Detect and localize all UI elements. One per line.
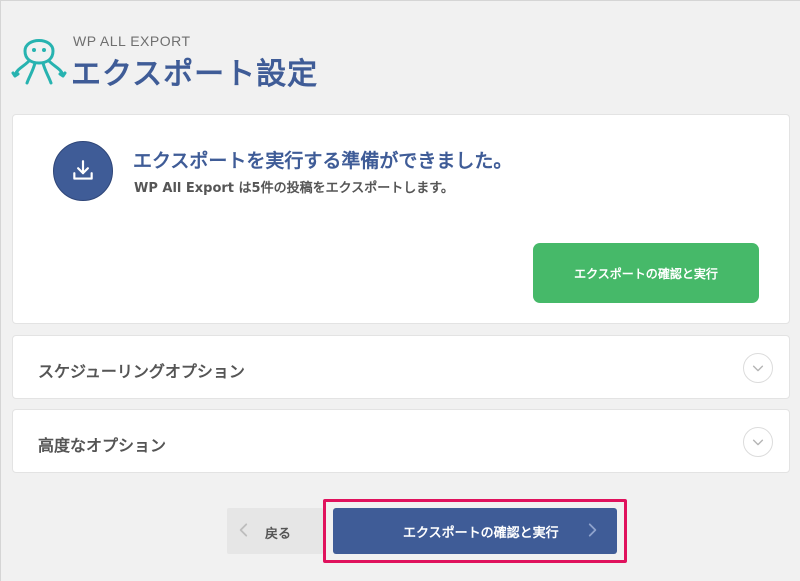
back-button[interactable]: 戻る (227, 508, 323, 554)
confirm-run-export-button[interactable]: エクスポートの確認と実行 (533, 243, 759, 303)
ready-subtitle: WP All Export は5件の投稿をエクスポートします。 (134, 181, 454, 196)
export-settings-page: WP ALL EXPORT エクスポート設定 エクスポートを実行する準備ができま… (0, 0, 800, 581)
brand-name: WP ALL EXPORT (73, 33, 191, 49)
run-button-label: エクスポートの確認と実行 (403, 526, 559, 541)
accordion-label: スケジューリングオプション (38, 362, 245, 381)
chevron-down-icon[interactable] (743, 427, 773, 457)
confirm-run-export-bottom-button[interactable]: エクスポートの確認と実行 (333, 508, 617, 554)
chevron-left-icon (239, 523, 248, 537)
scheduling-options-accordion[interactable]: スケジューリングオプション (12, 335, 790, 399)
download-icon (53, 141, 113, 201)
page-title: エクスポート設定 (71, 57, 319, 92)
octopus-logo-icon (11, 39, 67, 85)
chevron-down-icon[interactable] (743, 353, 773, 383)
page-header: WP ALL EXPORT エクスポート設定 (11, 27, 411, 97)
chevron-right-icon (588, 523, 597, 537)
ready-title: エクスポートを実行する準備ができました。 (133, 150, 513, 172)
back-button-label: 戻る (265, 527, 292, 542)
accordion-label: 高度なオプション (38, 436, 167, 455)
ready-card: エクスポートを実行する準備ができました。 WP All Export は5件の投… (12, 114, 790, 324)
advanced-options-accordion[interactable]: 高度なオプション (12, 409, 790, 473)
